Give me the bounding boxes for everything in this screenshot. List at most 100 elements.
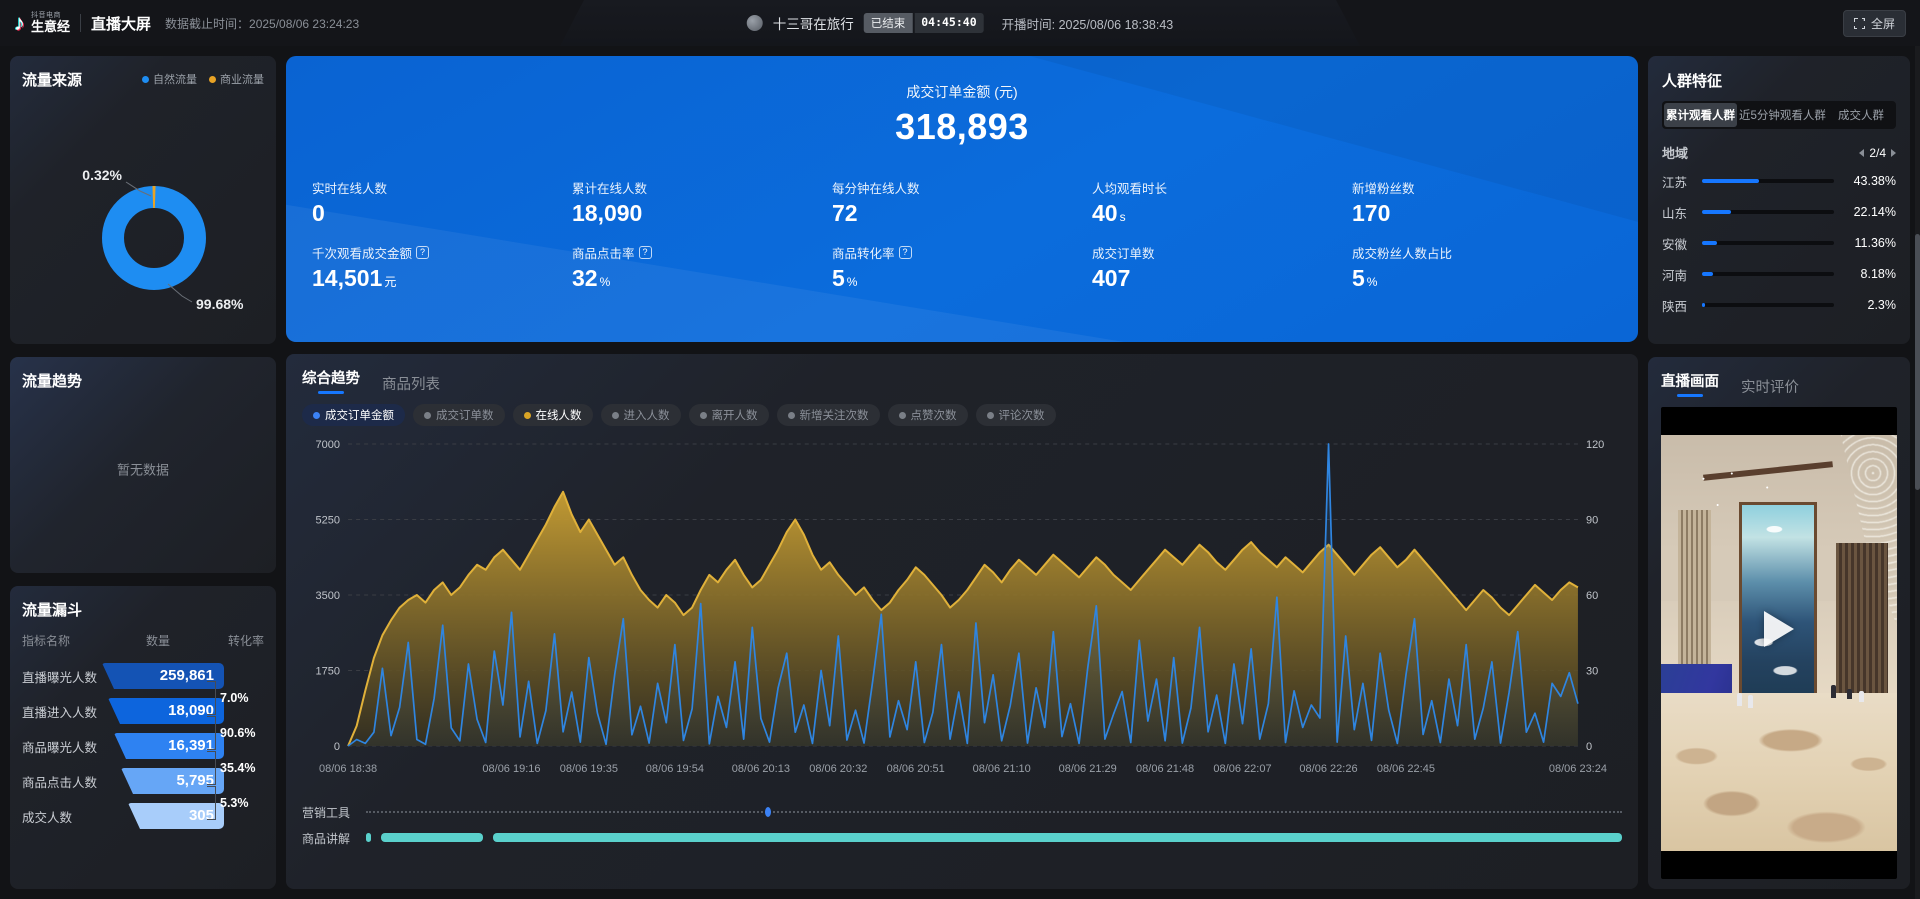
tab-trend-1[interactable]: 商品列表 [382,373,440,396]
svg-text:7000: 7000 [316,439,341,451]
play-button[interactable] [1764,611,1794,647]
funnel-conversion: 7.0% [220,691,264,705]
audience-tabs: 累计观看人群近5分钟观看人群成交人群 [1662,101,1896,129]
top-bar: ♪ 抖音电商 生意经 直播大屏 数据截止时间：2025/08/06 23:24:… [0,0,1920,46]
audience-tab-1[interactable]: 近5分钟观看人群 [1737,103,1828,127]
metric-value: 18,090 [572,200,832,227]
app-logo: ♪ 抖音电商 生意经 [14,12,70,34]
region-name: 江苏 [1662,172,1698,191]
svg-text:0: 0 [1586,741,1592,753]
scrollbar[interactable] [1915,46,1920,899]
right-column: 人群特征 累计观看人群近5分钟观看人群成交人群 地域 2/4 江苏43.38%山… [1648,56,1910,889]
chip-dot-icon [987,412,994,419]
region-percent: 11.36% [1844,236,1896,250]
legend-chip-4[interactable]: 离开人数 [689,404,769,426]
help-icon[interactable]: ? [899,246,912,259]
funnel-body: 直播曝光人数259,861直播进入人数18,0907.0%商品曝光人数16,39… [22,663,264,829]
legend-chip-6[interactable]: 点赞次数 [888,404,968,426]
start-time: 开播时间: 2025/08/06 18:38:43 [1002,14,1174,33]
gmv-metric-8: 成交订单数 407 [1092,243,1352,292]
marketing-event-marker[interactable] [765,807,771,817]
metric-label: 成交订单数 [1092,243,1352,262]
region-name: 山东 [1662,203,1698,222]
product-explain-track[interactable] [366,832,1622,844]
tab-live-0[interactable]: 直播画面 [1661,370,1719,399]
gmv-summary-panel: 成交订单金额 (元) 318,893 实时在线人数0累计在线人数18,090每分… [286,56,1638,342]
legend-chip-7[interactable]: 评论次数 [976,404,1056,426]
help-icon[interactable]: ? [639,246,652,259]
traffic-source-legend: 自然流量商业流量 [142,71,264,87]
live-video-preview[interactable] [1661,407,1897,879]
explain-segment-1[interactable] [381,833,483,842]
traffic-source-donut-chart: 0.32%99.68% [22,90,264,320]
x-axis-tick: 08/06 23:24 [1549,763,1607,775]
chip-label: 成交订单数 [436,407,494,423]
metric-value: 170 [1352,200,1612,227]
fullscreen-button[interactable]: 全屏 [1843,10,1906,37]
gmv-metric-0: 实时在线人数0 [312,178,572,227]
audience-tab-2[interactable]: 成交人群 [1828,103,1894,127]
legend-chip-3[interactable]: 进入人数 [601,404,681,426]
svg-text:30: 30 [1586,666,1598,678]
region-name: 河南 [1662,265,1698,284]
funnel-header-qty: 数量 [102,632,214,649]
page-next-icon[interactable] [1891,149,1896,157]
page-prev-icon[interactable] [1859,149,1864,157]
live-panel: 直播画面实时评价 [1648,357,1910,889]
region-bar-track [1702,179,1834,183]
chip-dot-icon [788,412,795,419]
marketing-tools-track[interactable] [366,806,1622,818]
gmv-metric-9: 成交粉丝人数占比5% [1352,243,1612,292]
live-tabs: 直播画面实时评价 [1661,367,1897,399]
region-row-4: 陕西2.3% [1662,293,1896,317]
legend-chip-1[interactable]: 成交订单数 [413,404,505,426]
legend-chip-2[interactable]: 在线人数 [513,404,593,426]
funnel-header-name: 指标名称 [22,632,102,649]
tab-live-1[interactable]: 实时评价 [1741,376,1799,399]
svg-text:3500: 3500 [316,590,341,602]
x-axis-tick: 08/06 21:10 [973,763,1031,775]
audience-tab-0[interactable]: 累计观看人群 [1664,103,1737,127]
legend-label: 自然流量 [153,71,197,87]
gmv-metrics-grid: 实时在线人数0累计在线人数18,090每分钟在线人数72人均观看时长40s新增粉… [312,178,1612,292]
x-axis-tick: 08/06 21:29 [1059,763,1117,775]
x-axis-tick: 08/06 19:16 [482,763,540,775]
douyin-note-icon: ♪ [14,12,25,34]
region-name: 安徽 [1662,234,1698,253]
x-axis-tick: 08/06 19:35 [560,763,618,775]
svg-text:90: 90 [1586,515,1598,527]
legend-chip-5[interactable]: 新增关注次数 [777,404,880,426]
region-row-0: 江苏43.38% [1662,169,1896,193]
trend-panel: 综合趋势商品列表 成交订单金额 成交订单数 在线人数进入人数离开人数新增关注次数 点赞… [286,354,1638,889]
chip-dot-icon [424,412,431,419]
region-bar-track [1702,303,1834,307]
x-axis-tick: 08/06 20:13 [732,763,790,775]
audience-title: 人群特征 [1662,73,1722,90]
x-axis-tick: 08/06 22:26 [1299,763,1357,775]
metric-value: 14,501元 [312,265,572,292]
metric-unit: s [1120,210,1126,224]
chip-dot-icon [700,412,707,419]
logo-main-text: 生意经 [31,20,70,34]
legend-chip-0[interactable]: 成交订单金额 [302,404,405,426]
chip-label: 点赞次数 [911,407,957,423]
help-icon[interactable]: ? [416,246,429,259]
svg-text:120: 120 [1586,439,1604,451]
slice-label-commercial: 0.32% [82,167,122,183]
region-section-label: 地域 [1662,143,1688,162]
funnel-row-label: 商品点击人数 [22,772,102,791]
funnel-bracket [207,786,216,820]
region-row-2: 安徽 11.36% [1662,231,1896,255]
metric-value: 407 [1092,265,1352,292]
metric-label: 实时在线人数 [312,178,572,197]
metric-value: 5% [832,265,1092,292]
funnel-row-label: 直播进入人数 [22,702,102,721]
marketing-tools-label: 营销工具 [302,804,366,821]
tab-trend-0[interactable]: 综合趋势 [302,367,360,396]
trend-chart[interactable]: 70005250350017500030609012008/06 18:3808… [302,430,1622,798]
explain-segment-0[interactable] [366,833,371,842]
metric-label: 成交粉丝人数占比 [1352,243,1612,262]
explain-segment-2[interactable] [493,833,1622,842]
streamer-avatar [747,15,763,31]
scrollbar-thumb[interactable] [1915,234,1920,490]
